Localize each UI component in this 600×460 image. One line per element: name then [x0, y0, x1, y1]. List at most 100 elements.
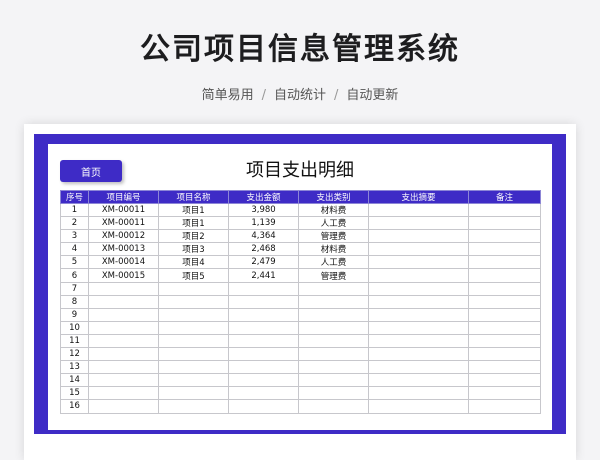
table-cell[interactable] — [158, 347, 229, 362]
table-cell[interactable]: 2,479 — [228, 255, 299, 270]
table-cell[interactable] — [468, 399, 541, 414]
table-cell[interactable] — [368, 216, 469, 231]
table-cell[interactable] — [298, 294, 369, 309]
table-cell[interactable] — [468, 229, 541, 244]
table-cell[interactable]: 4,364 — [228, 229, 299, 244]
column-header[interactable]: 支出类别 — [298, 190, 369, 204]
table-cell[interactable] — [228, 294, 299, 309]
table-cell[interactable] — [88, 386, 159, 401]
table-cell[interactable]: 9 — [60, 307, 89, 322]
table-cell[interactable] — [158, 320, 229, 335]
table-cell[interactable] — [468, 216, 541, 231]
table-cell[interactable] — [228, 360, 299, 375]
table-cell[interactable] — [468, 347, 541, 362]
table-cell[interactable] — [298, 399, 369, 414]
table-cell[interactable] — [298, 307, 369, 322]
table-cell[interactable]: 材料费 — [298, 242, 369, 257]
table-cell[interactable]: 2,468 — [228, 242, 299, 257]
table-cell[interactable] — [228, 307, 299, 322]
table-cell[interactable] — [88, 399, 159, 414]
table-cell[interactable]: 15 — [60, 386, 89, 401]
table-cell[interactable] — [88, 360, 159, 375]
table-cell[interactable]: 3,980 — [228, 202, 299, 218]
table-cell[interactable]: 2 — [60, 216, 89, 231]
table-cell[interactable]: 项目1 — [158, 216, 229, 231]
table-cell[interactable] — [298, 360, 369, 375]
column-header[interactable]: 项目名称 — [158, 190, 229, 204]
table-cell[interactable]: 项目4 — [158, 255, 229, 270]
table-cell[interactable] — [368, 255, 469, 270]
table-cell[interactable] — [88, 307, 159, 322]
table-cell[interactable] — [468, 386, 541, 401]
table-cell[interactable] — [228, 320, 299, 335]
table-cell[interactable]: 12 — [60, 347, 89, 362]
table-cell[interactable]: 人工费 — [298, 255, 369, 270]
table-cell[interactable] — [158, 307, 229, 322]
table-cell[interactable] — [468, 320, 541, 335]
table-cell[interactable]: 管理费 — [298, 229, 369, 244]
table-cell[interactable]: XM-00013 — [88, 242, 159, 257]
table-cell[interactable] — [468, 202, 541, 218]
table-cell[interactable] — [368, 281, 469, 296]
table-cell[interactable]: 6 — [60, 268, 89, 283]
column-header[interactable]: 支出金额 — [228, 190, 299, 204]
table-cell[interactable] — [368, 242, 469, 257]
table-cell[interactable] — [298, 281, 369, 296]
table-cell[interactable]: 管理费 — [298, 268, 369, 283]
table-cell[interactable] — [228, 333, 299, 349]
table-cell[interactable]: XM-00011 — [88, 216, 159, 231]
table-cell[interactable]: 14 — [60, 373, 89, 388]
table-cell[interactable] — [88, 333, 159, 349]
table-cell[interactable]: 2,441 — [228, 268, 299, 283]
table-cell[interactable]: XM-00012 — [88, 229, 159, 244]
table-cell[interactable] — [368, 399, 469, 414]
table-cell[interactable] — [228, 281, 299, 296]
table-cell[interactable]: 8 — [60, 294, 89, 309]
table-cell[interactable] — [368, 202, 469, 218]
table-cell[interactable] — [468, 294, 541, 309]
table-cell[interactable] — [368, 333, 469, 349]
table-cell[interactable] — [228, 373, 299, 388]
table-cell[interactable] — [368, 307, 469, 322]
table-cell[interactable]: 4 — [60, 242, 89, 257]
table-cell[interactable] — [228, 347, 299, 362]
column-header[interactable]: 备注 — [468, 190, 541, 204]
table-cell[interactable] — [158, 294, 229, 309]
table-cell[interactable]: 11 — [60, 333, 89, 349]
table-cell[interactable] — [88, 320, 159, 335]
table-cell[interactable] — [88, 281, 159, 296]
table-cell[interactable]: 13 — [60, 360, 89, 375]
table-cell[interactable]: 项目2 — [158, 229, 229, 244]
table-cell[interactable] — [368, 294, 469, 309]
table-cell[interactable] — [368, 386, 469, 401]
table-cell[interactable] — [158, 281, 229, 296]
table-cell[interactable]: XM-00011 — [88, 202, 159, 218]
table-cell[interactable] — [368, 229, 469, 244]
table-cell[interactable]: 5 — [60, 255, 89, 270]
table-cell[interactable] — [368, 360, 469, 375]
table-cell[interactable] — [228, 386, 299, 401]
table-cell[interactable] — [468, 307, 541, 322]
table-cell[interactable] — [158, 333, 229, 349]
table-cell[interactable]: 7 — [60, 281, 89, 296]
table-cell[interactable]: XM-00014 — [88, 255, 159, 270]
table-cell[interactable] — [468, 360, 541, 375]
table-cell[interactable] — [158, 399, 229, 414]
table-cell[interactable]: 人工费 — [298, 216, 369, 231]
table-cell[interactable]: 16 — [60, 399, 89, 414]
table-cell[interactable]: 1 — [60, 202, 89, 218]
table-cell[interactable]: XM-00015 — [88, 268, 159, 283]
table-cell[interactable] — [468, 268, 541, 283]
table-cell[interactable] — [298, 333, 369, 349]
table-cell[interactable] — [468, 373, 541, 388]
table-cell[interactable] — [468, 242, 541, 257]
table-cell[interactable] — [468, 255, 541, 270]
table-cell[interactable]: 1,139 — [228, 216, 299, 231]
column-header[interactable]: 序号 — [60, 190, 89, 204]
table-cell[interactable]: 项目5 — [158, 268, 229, 283]
table-cell[interactable] — [298, 386, 369, 401]
table-cell[interactable]: 项目3 — [158, 242, 229, 257]
table-cell[interactable] — [88, 373, 159, 388]
table-cell[interactable]: 10 — [60, 320, 89, 335]
column-header[interactable]: 支出摘要 — [368, 190, 469, 204]
